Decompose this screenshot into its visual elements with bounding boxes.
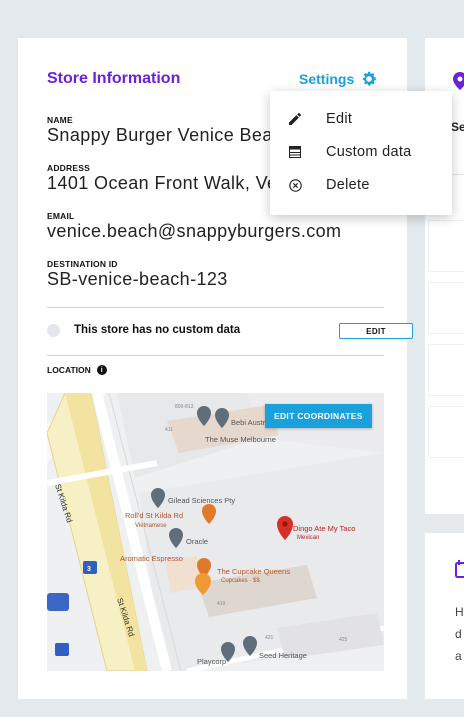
settings-menu: Edit Custom data Delete — [270, 91, 452, 215]
edit-custom-data-button[interactable]: EDIT — [339, 323, 413, 339]
edit-coordinates-button[interactable]: EDIT COORDINATES — [265, 404, 372, 428]
map-graphic: The Muse Melbourne Bebi Australia Gilead… — [47, 393, 384, 671]
map-label-muse: The Muse Melbourne — [205, 435, 276, 444]
card-title: Store Information — [47, 70, 181, 87]
custom-data-row: This store has no custom data EDIT — [47, 323, 413, 339]
settings-button[interactable]: Settings — [299, 70, 378, 88]
menu-item-custom-data[interactable]: Custom data — [270, 137, 452, 167]
destination-id-value: SB-venice-beach-123 — [47, 269, 228, 289]
address-label: ADDRESS — [47, 163, 90, 173]
map-label-aromatic: Aromatic Espresso — [120, 554, 183, 563]
list-item[interactable] — [428, 406, 464, 458]
menu-item-label: Custom data — [326, 144, 412, 160]
location-map[interactable]: The Muse Melbourne Bebi Australia Gilead… — [47, 393, 384, 671]
menu-item-label: Delete — [326, 177, 370, 193]
map-label-playcorp: Playcorp — [197, 657, 226, 666]
name-label: NAME — [47, 115, 73, 125]
email-label: EMAIL — [47, 211, 75, 221]
map-label-dingo: Dingo Ate My Taco — [293, 524, 355, 533]
map-label-number: 425 — [339, 637, 348, 643]
secondary-info-text: a — [455, 649, 462, 663]
list-item[interactable] — [428, 344, 464, 396]
destination-id-label: DESTINATION ID — [47, 259, 118, 269]
location-label: LOCATION — [47, 365, 91, 375]
menu-item-edit[interactable]: Edit — [270, 104, 452, 134]
divider — [47, 307, 384, 308]
map-label-seed: Seed Heritage — [259, 651, 307, 660]
map-label-cupcake-sub: Cupcakes · $$ — [221, 578, 260, 584]
calendar-icon — [455, 560, 464, 578]
map-label-number: 419 — [217, 601, 226, 607]
map-label-rolld-sub: Vietnamese — [135, 523, 167, 529]
map-label-dingo-sub: Mexican — [297, 535, 319, 541]
map-label-route: 3 — [87, 566, 91, 573]
menu-item-label: Edit — [326, 111, 353, 127]
pencil-icon — [288, 112, 302, 126]
status-dot-icon — [47, 324, 60, 337]
map-label-number: 809-813 — [175, 404, 194, 410]
secondary-info-text: H — [455, 605, 464, 619]
gear-icon — [363, 71, 377, 86]
email-value: venice.beach@snappyburgers.com — [47, 221, 342, 241]
database-icon — [288, 145, 302, 159]
map-label-oracle: Oracle — [186, 537, 208, 546]
info-icon[interactable]: i — [96, 365, 107, 375]
divider — [47, 355, 384, 356]
secondary-info-card: H d a — [425, 533, 464, 699]
map-label-rolld: Roll'd St Kilda Rd — [125, 511, 183, 520]
secondary-card-label: Se — [451, 120, 464, 134]
custom-data-text: This store has no custom data — [74, 324, 241, 336]
map-label-number: 421 — [265, 635, 274, 641]
location-pin-icon — [453, 72, 464, 90]
list-item[interactable] — [428, 220, 464, 272]
settings-label: Settings — [299, 71, 355, 87]
list-item[interactable] — [428, 282, 464, 334]
secondary-info-text: d — [455, 627, 462, 641]
map-label-gilead: Gilead Sciences Pty — [168, 496, 235, 505]
menu-item-delete[interactable]: Delete — [270, 170, 452, 200]
location-label-row: LOCATION i — [47, 365, 107, 375]
map-label-number: 411 — [165, 427, 173, 433]
map-label-cupcake: The Cupcake Queens — [217, 567, 290, 576]
close-circle-icon — [288, 178, 302, 192]
